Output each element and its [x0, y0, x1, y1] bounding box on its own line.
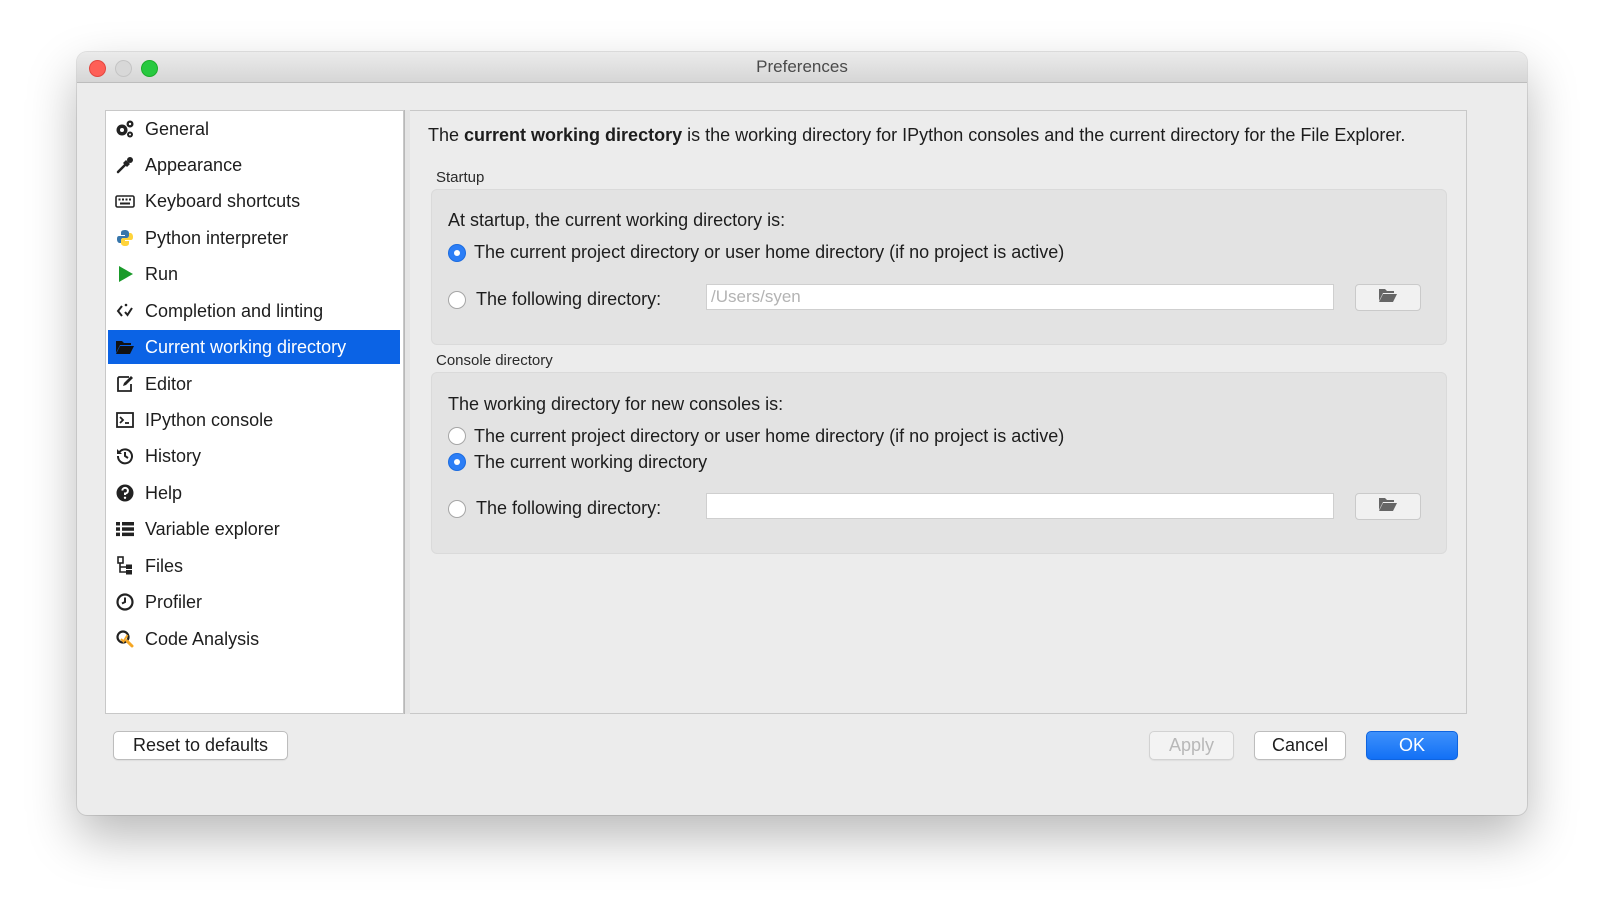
- history-icon: [115, 446, 135, 466]
- sidebar-item-label: General: [145, 119, 210, 139]
- console-group: The working directory for new consoles i…: [431, 372, 1447, 554]
- sidebar-item-label: Editor: [145, 374, 193, 394]
- sidebar-item-editor[interactable]: Editor: [108, 367, 400, 401]
- sidebar-item-label: Appearance: [145, 155, 243, 175]
- console-group-title: Console directory: [436, 352, 553, 369]
- edit-icon: [115, 374, 135, 394]
- startup-directory-field[interactable]: /Users/syen: [706, 284, 1334, 310]
- terminal-icon: [115, 410, 135, 430]
- console-browse-button[interactable]: [1355, 493, 1421, 520]
- close-window-button[interactable]: [89, 60, 106, 77]
- help-icon: [115, 483, 135, 503]
- sidebar-item-run[interactable]: Run: [108, 257, 400, 291]
- startup-following-directory-radio[interactable]: [448, 291, 466, 309]
- console-following-directory-radio[interactable]: [448, 500, 466, 518]
- code-analysis-icon: [115, 629, 135, 649]
- sidebar-item-label: Code Analysis: [145, 629, 260, 649]
- clock-icon: [115, 592, 135, 612]
- table-list-icon: [115, 519, 135, 539]
- sidebar-item-appearance[interactable]: Appearance: [108, 148, 400, 182]
- apply-button[interactable]: Apply: [1149, 731, 1234, 760]
- sidebar-item-ipython-console[interactable]: IPython console: [108, 403, 400, 437]
- sidebar-item-label: IPython console: [145, 410, 274, 430]
- sidebar-item-label: Current working directory: [145, 337, 347, 357]
- console-following-directory-label[interactable]: The following directory:: [476, 498, 661, 519]
- sidebar-item-keyboard-shortcuts[interactable]: Keyboard shortcuts: [108, 184, 400, 218]
- minimize-window-button[interactable]: [115, 60, 132, 77]
- startup-group-label: At startup, the current working director…: [448, 210, 786, 230]
- folder-open-icon: [1378, 286, 1398, 309]
- sidebar-item-profiler[interactable]: Profiler: [108, 585, 400, 619]
- sidebar-item-label: Python interpreter: [145, 228, 289, 248]
- console-project-directory-radio[interactable]: [448, 427, 466, 445]
- console-current-working-directory-label[interactable]: The current working directory: [474, 452, 707, 473]
- python-logo-icon: [115, 228, 135, 248]
- sidebar-item-completion-and-linting[interactable]: Completion and linting: [108, 294, 400, 328]
- reset-to-defaults-button[interactable]: Reset to defaults: [113, 731, 288, 760]
- folder-open-icon: [1378, 495, 1398, 518]
- sidebar-item-general[interactable]: General: [108, 112, 400, 146]
- zoom-window-button[interactable]: [141, 60, 158, 77]
- startup-group-title: Startup: [436, 169, 485, 186]
- sidebar-item-label: Variable explorer: [145, 519, 280, 539]
- preferences-window: Preferences General Appearance Keyboard …: [77, 52, 1527, 815]
- window-title: Preferences: [756, 57, 848, 76]
- sidebar-item-code-analysis[interactable]: Code Analysis: [108, 622, 400, 656]
- sidebar-item-label: Files: [145, 556, 184, 576]
- folder-open-icon: [115, 337, 135, 357]
- sidebar-item-history[interactable]: History: [108, 439, 400, 473]
- settings-panel: The current working directory is the wor…: [410, 110, 1467, 714]
- code-completion-icon: [115, 301, 135, 321]
- sidebar-item-label: History: [145, 446, 202, 466]
- preferences-sidebar: General Appearance Keyboard shortcuts Py…: [105, 110, 404, 714]
- console-current-working-directory-radio[interactable]: [448, 453, 466, 471]
- files-tree-icon: [115, 556, 135, 576]
- startup-project-directory-label[interactable]: The current project directory or user ho…: [474, 242, 1064, 263]
- console-project-directory-label[interactable]: The current project directory or user ho…: [474, 426, 1064, 447]
- cancel-button[interactable]: Cancel: [1254, 731, 1346, 760]
- sidebar-item-label: Help: [145, 483, 183, 503]
- startup-browse-button[interactable]: [1355, 284, 1421, 311]
- gears-icon: [115, 119, 135, 139]
- startup-project-directory-radio[interactable]: [448, 244, 466, 262]
- keyboard-icon: [115, 191, 135, 211]
- play-icon: [115, 264, 135, 284]
- title-bar[interactable]: Preferences: [77, 52, 1527, 83]
- startup-group: At startup, the current working director…: [431, 189, 1447, 345]
- sidebar-item-label: Completion and linting: [145, 301, 324, 321]
- ok-button[interactable]: OK: [1366, 731, 1458, 760]
- sidebar-item-files[interactable]: Files: [108, 549, 400, 583]
- eyedropper-icon: [115, 155, 135, 175]
- sidebar-item-python-interpreter[interactable]: Python interpreter: [108, 221, 400, 255]
- console-directory-field[interactable]: [706, 493, 1334, 519]
- sidebar-item-help[interactable]: Help: [108, 476, 400, 510]
- page-description: The current working directory is the wor…: [428, 125, 1406, 145]
- console-group-label: The working directory for new consoles i…: [448, 394, 784, 414]
- sidebar-item-label: Profiler: [145, 592, 203, 612]
- sidebar-item-variable-explorer[interactable]: Variable explorer: [108, 512, 400, 546]
- startup-following-directory-label[interactable]: The following directory:: [476, 289, 661, 310]
- sidebar-item-label: Keyboard shortcuts: [145, 191, 301, 211]
- sidebar-item-label: Run: [145, 264, 179, 284]
- sidebar-item-current-working-directory[interactable]: Current working directory: [108, 330, 400, 364]
